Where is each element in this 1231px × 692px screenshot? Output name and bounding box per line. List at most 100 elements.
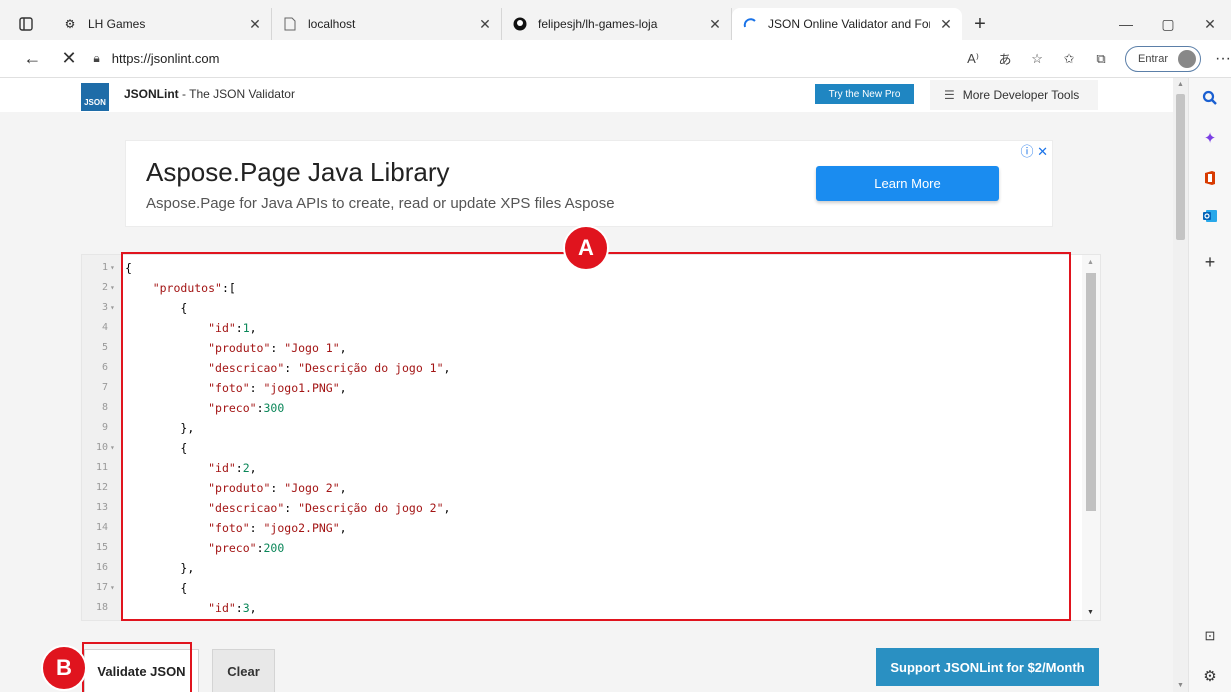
scroll-up-icon[interactable]: ▲ (1087, 259, 1094, 266)
page-viewport: JSON JSONLint - The JSON Validator Try t… (0, 78, 1173, 692)
line-number: 9 (101, 422, 108, 433)
line-number: 5 (101, 342, 108, 353)
office-icon[interactable] (1200, 168, 1220, 188)
try-pro-button[interactable]: Try the New Pro (815, 84, 914, 104)
line-number: 16 (95, 562, 108, 573)
marker-a: A (563, 225, 609, 271)
add-icon[interactable]: + (1200, 252, 1220, 272)
favorites-icon[interactable]: ✩ (1053, 51, 1085, 67)
line-number: 8 (101, 402, 108, 413)
line-number: 4 (101, 322, 108, 333)
copilot-icon[interactable]: ✦ (1200, 128, 1220, 148)
favorite-add-icon[interactable]: ☆ (1021, 51, 1053, 67)
sign-in-label: Entrar (1138, 52, 1169, 65)
collections-icon[interactable]: ⧉ (1085, 51, 1117, 67)
address-bar: ← ✕ 🔒︎ https://jsonlint.com A⁾ あ ☆ ✩ ⧉ E… (0, 40, 1231, 78)
sign-in-button[interactable]: Entrar (1125, 45, 1202, 72)
tab-label: felipesjh/lh-games-loja (538, 17, 658, 31)
url-field[interactable]: 🔒︎ https://jsonlint.com (93, 51, 827, 66)
tab-localhost[interactable]: localhost ✕ (272, 8, 502, 40)
menu-icon: ☰ (944, 88, 955, 102)
line-number: 10 (95, 442, 108, 453)
more-menu-button[interactable]: ··· (1215, 50, 1231, 68)
ad-close-icon[interactable]: ⓘ ✕ (1020, 141, 1048, 160)
fold-arrow-icon[interactable]: ▾ (110, 298, 115, 318)
tab-actions-button[interactable] (0, 8, 52, 40)
close-icon[interactable]: ✕ (938, 16, 954, 33)
highlight-box-b (82, 642, 192, 692)
line-number: 18 (95, 602, 108, 613)
editor-scrollbar[interactable]: ▲ ▼ (1082, 255, 1100, 620)
gear-icon: ⚙ (64, 17, 76, 31)
close-icon[interactable]: ✕ (477, 16, 493, 33)
ad-banner[interactable]: Aspose.Page Java Library Aspose.Page for… (125, 140, 1053, 227)
line-number: 13 (95, 502, 108, 513)
ad-title: Aspose.Page Java Library (146, 157, 450, 187)
line-number: 15 (95, 542, 108, 553)
lock-icon: 🔒︎ (93, 51, 100, 65)
tab-lh-games[interactable]: ⚙ LH Games ✕ (52, 8, 272, 40)
tab-actions-icon (19, 17, 33, 31)
close-window-button[interactable]: ✕ (1189, 8, 1231, 40)
more-tools-label: More Developer Tools (962, 88, 1080, 102)
line-number: 14 (95, 522, 108, 533)
tab-label: JSON Online Validator and Form (768, 17, 930, 31)
tab-jsonlint[interactable]: JSON Online Validator and Form ✕ (732, 8, 962, 40)
brand-tagline: - The JSON Validator (182, 87, 295, 101)
fold-arrow-icon[interactable]: ▾ (110, 278, 115, 298)
close-icon[interactable]: ✕ (247, 16, 263, 33)
jsonlint-logo[interactable]: JSON (81, 83, 109, 111)
minimize-button[interactable]: — (1105, 8, 1147, 40)
outlook-icon[interactable] (1200, 206, 1220, 226)
search-icon[interactable] (1200, 88, 1220, 108)
new-tab-button[interactable]: + (962, 8, 998, 40)
page-scroll-thumb[interactable] (1176, 94, 1185, 240)
url-text: https://jsonlint.com (111, 51, 220, 66)
brand-name: JSONLint (124, 87, 179, 101)
address-actions: A⁾ あ ☆ ✩ ⧉ (957, 49, 1117, 68)
brand[interactable]: JSONLint - The JSON Validator (124, 87, 295, 101)
maximize-button[interactable]: ▢ (1147, 8, 1189, 40)
scroll-up-icon[interactable]: ▲ (1177, 81, 1184, 88)
github-icon (512, 16, 528, 32)
plus-icon: + (974, 12, 986, 35)
back-button[interactable]: ← (14, 48, 51, 69)
line-number: 2 (101, 282, 108, 293)
logo-text: JSON (84, 98, 106, 107)
site-header: JSON JSONLint - The JSON Validator Try t… (0, 78, 1173, 112)
scroll-down-icon[interactable]: ▼ (1177, 682, 1184, 689)
clear-button[interactable]: Clear (212, 649, 275, 692)
page-scrollbar[interactable]: ▲ ▼ (1173, 78, 1188, 692)
loading-icon (742, 16, 758, 32)
translate-icon[interactable]: あ (989, 49, 1021, 68)
line-number: 11 (95, 462, 108, 473)
line-number: 1 (101, 262, 108, 273)
line-number: 6 (101, 362, 108, 373)
line-number: 12 (95, 482, 108, 493)
close-icon: ✕ (61, 48, 77, 68)
fold-arrow-icon[interactable]: ▾ (110, 438, 115, 458)
avatar (1178, 49, 1197, 68)
tab-label: localhost (308, 17, 356, 31)
learn-more-button[interactable]: Learn More (816, 166, 999, 201)
settings-icon[interactable]: ⚙ (1200, 666, 1220, 686)
ad-subtitle: Aspose.Page for Java APIs to create, rea… (146, 195, 615, 212)
sidebar-toggle-icon[interactable]: ⊡ (1200, 626, 1220, 646)
tab-label: LH Games (88, 17, 146, 31)
tab-github[interactable]: felipesjh/lh-games-loja ✕ (502, 8, 732, 40)
edge-sidebar: ✦ + ⊡ ⚙ (1188, 78, 1231, 692)
highlight-box-a (121, 252, 1071, 621)
line-number: 3 (101, 302, 108, 313)
editor-scroll-thumb[interactable] (1086, 273, 1096, 511)
fold-arrow-icon[interactable]: ▾ (110, 258, 115, 278)
stop-button[interactable]: ✕ (51, 48, 88, 69)
page-icon (282, 16, 298, 32)
line-number: 7 (101, 382, 108, 393)
scroll-down-icon[interactable]: ▼ (1087, 609, 1094, 616)
more-developer-tools-button[interactable]: ☰ More Developer Tools (930, 80, 1098, 110)
marker-b: B (41, 645, 87, 691)
fold-arrow-icon[interactable]: ▾ (110, 578, 115, 598)
close-icon[interactable]: ✕ (707, 16, 723, 33)
support-button[interactable]: Support JSONLint for $2/Month (876, 648, 1099, 686)
read-aloud-icon[interactable]: A⁾ (957, 51, 989, 67)
